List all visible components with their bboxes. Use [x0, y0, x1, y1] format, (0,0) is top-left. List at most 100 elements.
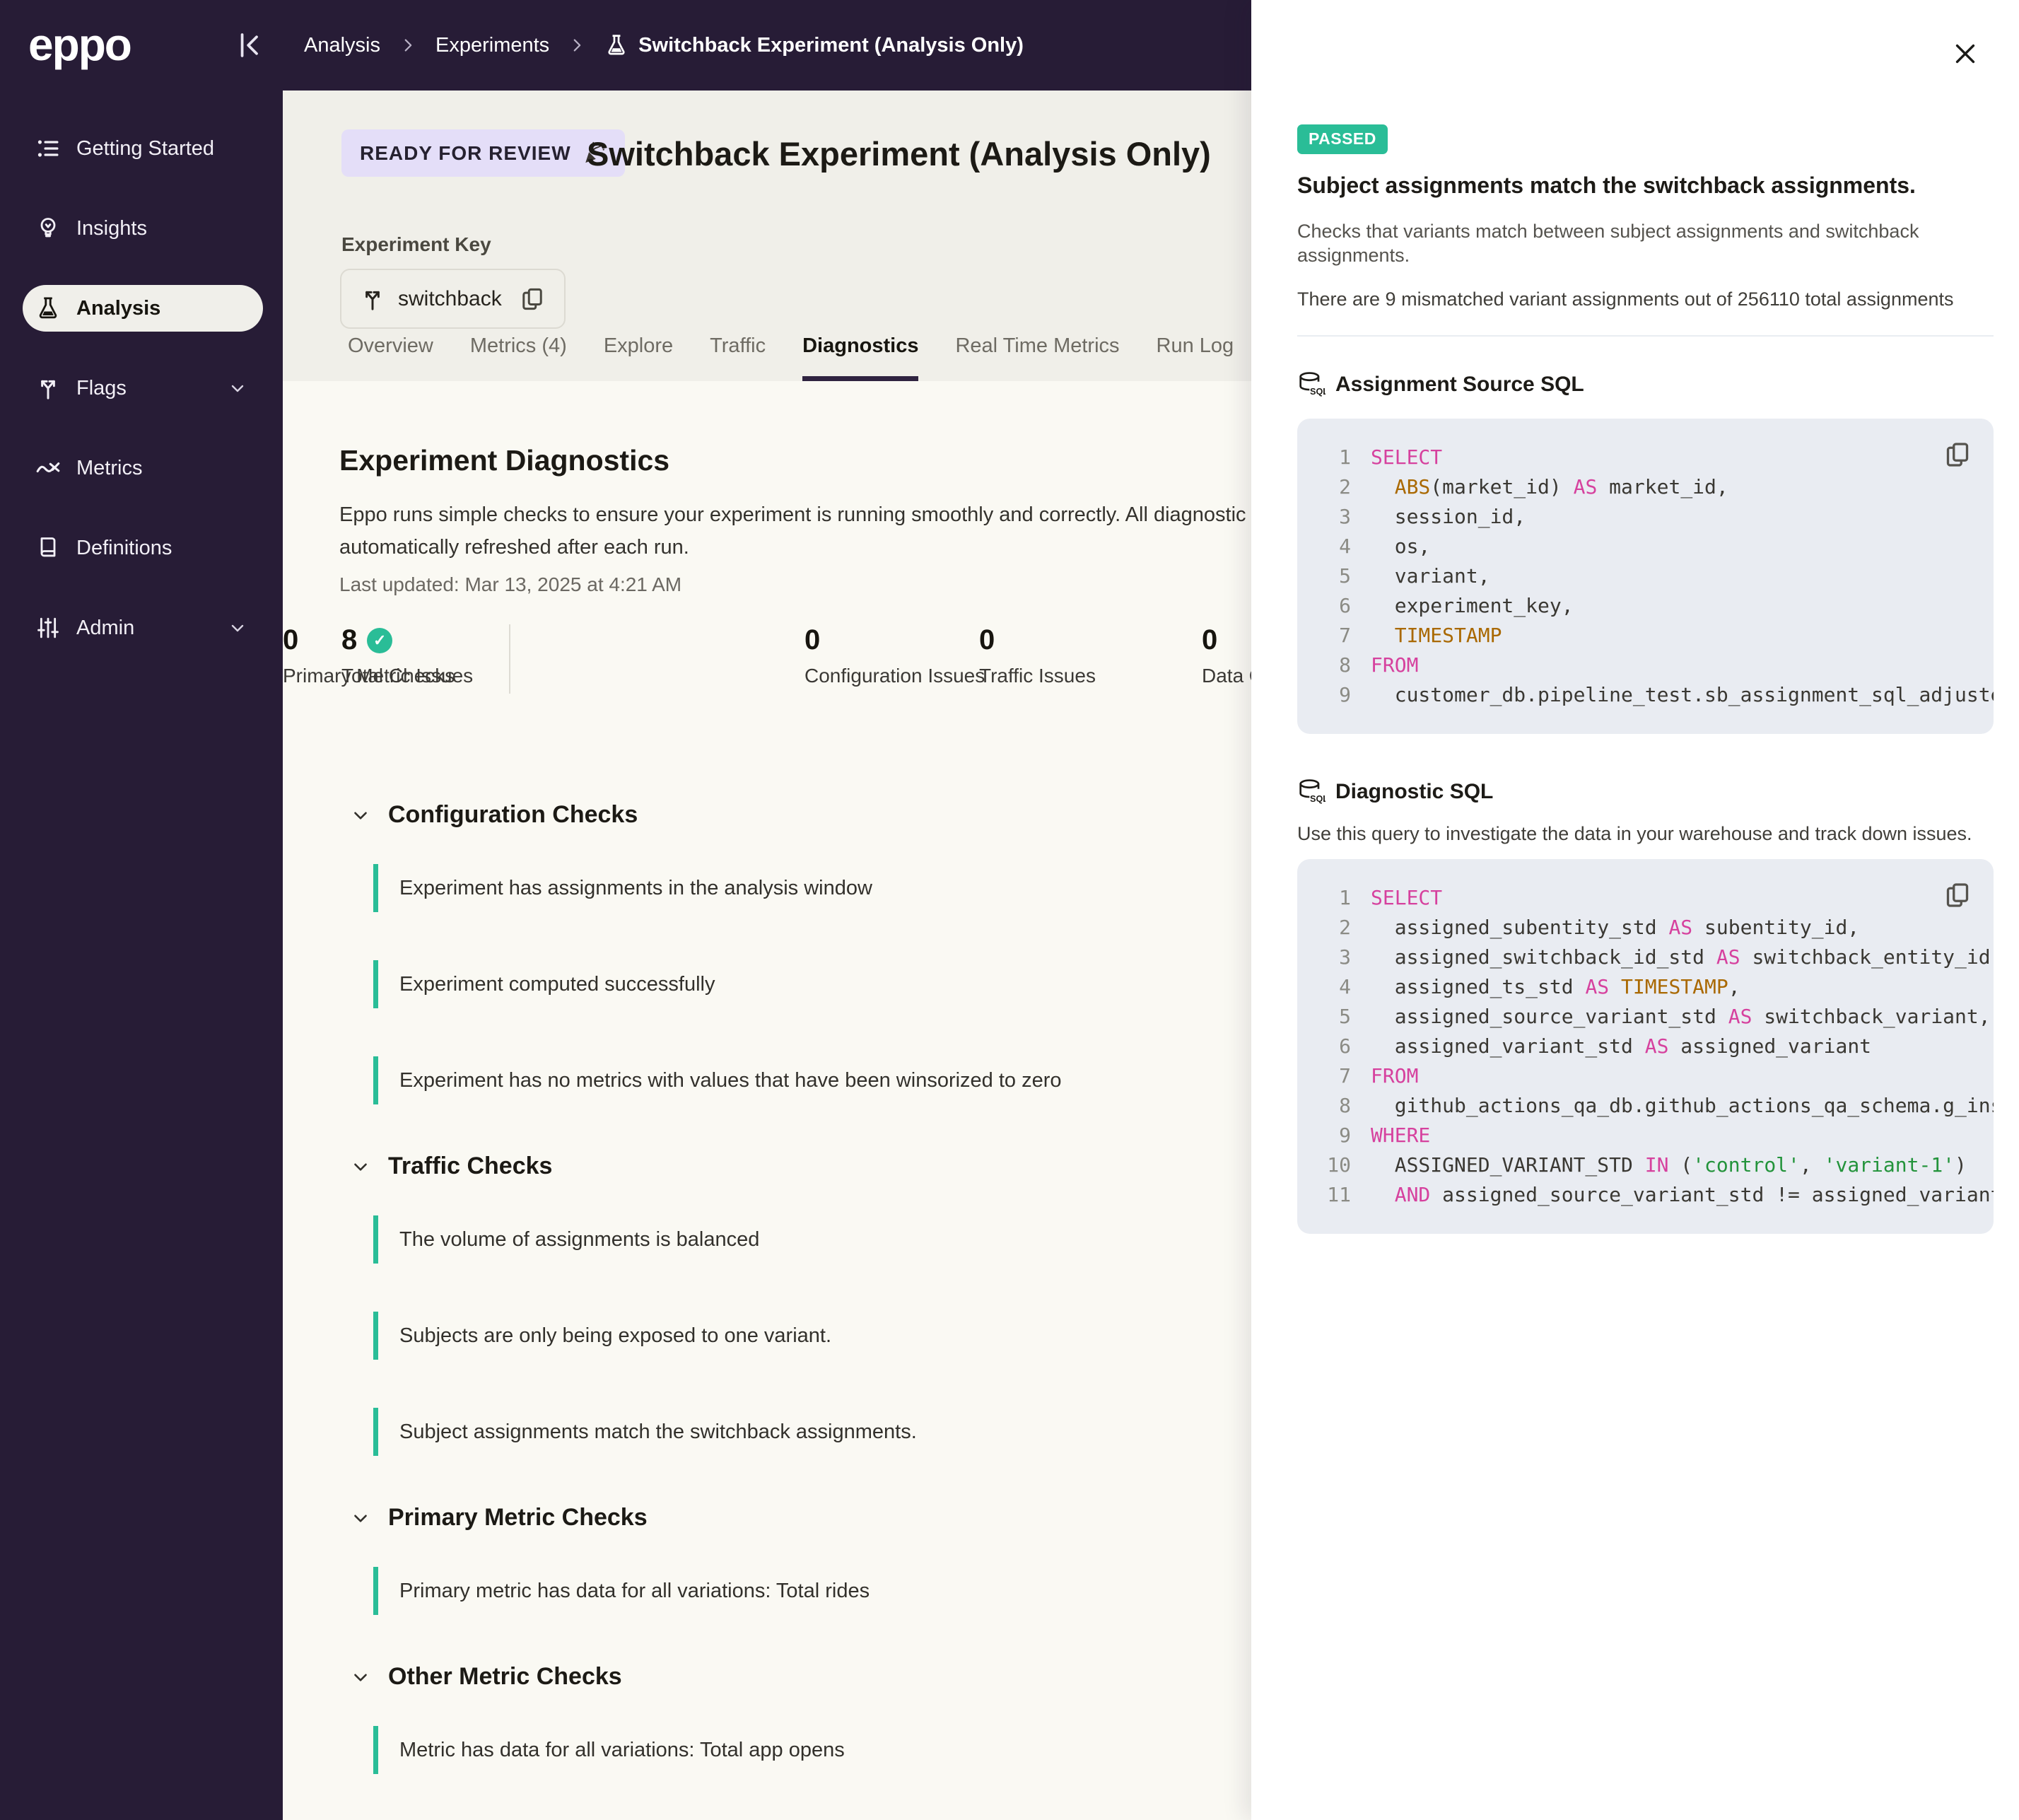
sidebar-item-flags[interactable]: Flags: [23, 365, 263, 412]
stat-value: 0: [804, 624, 821, 655]
close-x-glyph: [1951, 40, 1979, 68]
sidebar-item-label: Analysis: [76, 296, 161, 320]
tab-metrics-4[interactable]: Metrics (4): [470, 334, 567, 381]
assignment-sql-heading: SQL Assignment Source SQL: [1297, 371, 1994, 399]
code-line: 3 assigned_switchback_id_std AS switchba…: [1323, 943, 1994, 972]
line-number: 5: [1339, 564, 1351, 588]
stat-primary-metric-issues: 0 Primary Metric Issues: [283, 624, 473, 687]
collapse-icon: [233, 30, 264, 61]
svg-text:SQL: SQL: [1310, 387, 1325, 397]
chevron-down-icon: [350, 1667, 371, 1688]
sql-icon: SQL: [1297, 778, 1325, 806]
chevron-down-icon: [228, 618, 247, 638]
tab-diagnostics[interactable]: Diagnostics: [802, 334, 919, 381]
diagnostics-description: Eppo runs simple checks to ensure your e…: [339, 503, 1351, 559]
tab-overview[interactable]: Overview: [348, 334, 433, 381]
status-badge: READY FOR REVIEW: [341, 129, 625, 177]
divider: [1297, 335, 1994, 337]
stat-configuration-issues: 0 Configuration Issues: [804, 624, 985, 687]
code-line: 1 SELECT: [1323, 883, 1994, 913]
code-line: 8 github_actions_qa_db.github_actions_qa…: [1323, 1091, 1994, 1121]
sidebar-item-label: Getting Started: [76, 136, 215, 160]
sidebar-item-label: Insights: [76, 216, 147, 240]
page-title: Switchback Experiment (Analysis Only): [587, 135, 1211, 173]
section-title: Other Metric Checks: [388, 1663, 622, 1690]
branch-icon: [35, 375, 61, 401]
line-number: 4: [1339, 975, 1351, 998]
code-line: 5 assigned_source_variant_std AS switchb…: [1323, 1002, 1994, 1032]
check-description: Checks that variants match between subje…: [1297, 221, 1919, 266]
sidebar-item-label: Admin: [76, 616, 135, 639]
stat-value: 0: [979, 624, 995, 655]
sidebar-item-metrics[interactable]: Metrics: [23, 445, 263, 491]
sidebar: Getting Started Insights Analysis Flags Metr…: [0, 91, 283, 1820]
sidebar-item-definitions[interactable]: Definitions: [23, 525, 263, 571]
copy-icon[interactable]: [1943, 440, 1972, 469]
code-line: 10 ASSIGNED_VARIANT_STD IN ('control', '…: [1323, 1150, 1994, 1180]
experiment-key-chip[interactable]: switchback: [340, 269, 566, 329]
breadcrumb-item[interactable]: Experiments: [435, 34, 549, 57]
code-line: 11 AND assigned_source_variant_std != as…: [1323, 1180, 1994, 1210]
line-number: 1: [1339, 445, 1351, 469]
code-line: 9 customer_db.pipeline_test.sb_assignmen…: [1323, 680, 1994, 710]
code-line: 8 FROM: [1323, 651, 1994, 680]
sidebar-item-admin[interactable]: Admin: [23, 605, 263, 651]
sidebar-item-insights[interactable]: Insights: [23, 205, 263, 252]
line-number: 3: [1339, 945, 1351, 969]
copy-glyph: [1943, 440, 1972, 469]
sidebar-collapse-icon[interactable]: [233, 30, 264, 61]
stat-label: Primary Metric Issues: [283, 665, 474, 687]
svg-text:SQL: SQL: [1310, 794, 1325, 804]
code-line: 1 SELECT: [1323, 443, 1994, 472]
section-title: Traffic Checks: [388, 1153, 553, 1179]
line-number: 2: [1339, 916, 1351, 939]
code-line: 4 os,: [1323, 532, 1994, 561]
sliders-icon: [35, 615, 61, 641]
copy-glyph: [1943, 880, 1972, 910]
line-number: 8: [1339, 1094, 1351, 1117]
line-number: 6: [1339, 1034, 1351, 1058]
list-icon: [35, 136, 61, 161]
code-line: 7 TIMESTAMP: [1323, 621, 1994, 651]
section-title: Configuration Checks: [388, 801, 638, 828]
code-line: 2 ABS (market_id) AS market_id,: [1323, 472, 1994, 502]
section-title: Primary Metric Checks: [388, 1504, 648, 1531]
tab-run-log[interactable]: Run Log: [1157, 334, 1234, 381]
line-number: 3: [1339, 505, 1351, 528]
sidebar-item-getting-started[interactable]: Getting Started: [23, 125, 263, 172]
app: eppo Analysis Experiments Switchback Exper…: [0, 0, 2019, 1820]
close-icon[interactable]: [1951, 40, 1979, 68]
check-title: Subject assignments match the switchback…: [1297, 173, 1916, 198]
breadcrumb-item[interactable]: Analysis: [304, 34, 380, 57]
assignment-sql-heading-label: Assignment Source SQL: [1335, 373, 1584, 396]
line-number: 6: [1339, 594, 1351, 617]
check-detail-panel: PASSED Subject assignments match the swi…: [1251, 0, 2019, 1820]
chevron-down-icon: [350, 805, 371, 826]
chart-line-icon: [35, 455, 61, 481]
breadcrumb-current: Switchback Experiment (Analysis Only): [604, 33, 1024, 57]
check-detail-content: PASSED Subject assignments match the swi…: [1297, 124, 1994, 1234]
experiment-key-label: Experiment Key: [341, 233, 491, 255]
code-line: 5 variant,: [1323, 561, 1994, 591]
line-number: 7: [1339, 1064, 1351, 1087]
line-number: 9: [1339, 683, 1351, 706]
line-number: 5: [1339, 1005, 1351, 1028]
line-number: 9: [1339, 1124, 1351, 1147]
line-number: 7: [1339, 624, 1351, 647]
code-line: 2 assigned_subentity_std AS subentity_id…: [1323, 913, 1994, 943]
copy-icon[interactable]: [1943, 880, 1972, 910]
tab-real-time-metrics[interactable]: Real Time Metrics: [955, 334, 1119, 381]
stat-label: Traffic Issues: [979, 665, 1096, 687]
line-number: 2: [1339, 475, 1351, 498]
sidebar-item-label: Definitions: [76, 536, 172, 559]
diagnostic-sql-heading-label: Diagnostic SQL: [1335, 780, 1494, 803]
tab-traffic[interactable]: Traffic: [710, 334, 766, 381]
sidebar-item-analysis[interactable]: Analysis: [23, 285, 263, 332]
tab-explore[interactable]: Explore: [604, 334, 673, 381]
flask-icon: [604, 33, 628, 57]
stat-value: 0: [283, 624, 299, 655]
line-number: 11: [1327, 1183, 1351, 1206]
bulb-icon: [35, 216, 61, 241]
copy-icon[interactable]: [519, 286, 546, 313]
breadcrumb: Analysis Experiments Switchback Experiment…: [304, 0, 1024, 91]
